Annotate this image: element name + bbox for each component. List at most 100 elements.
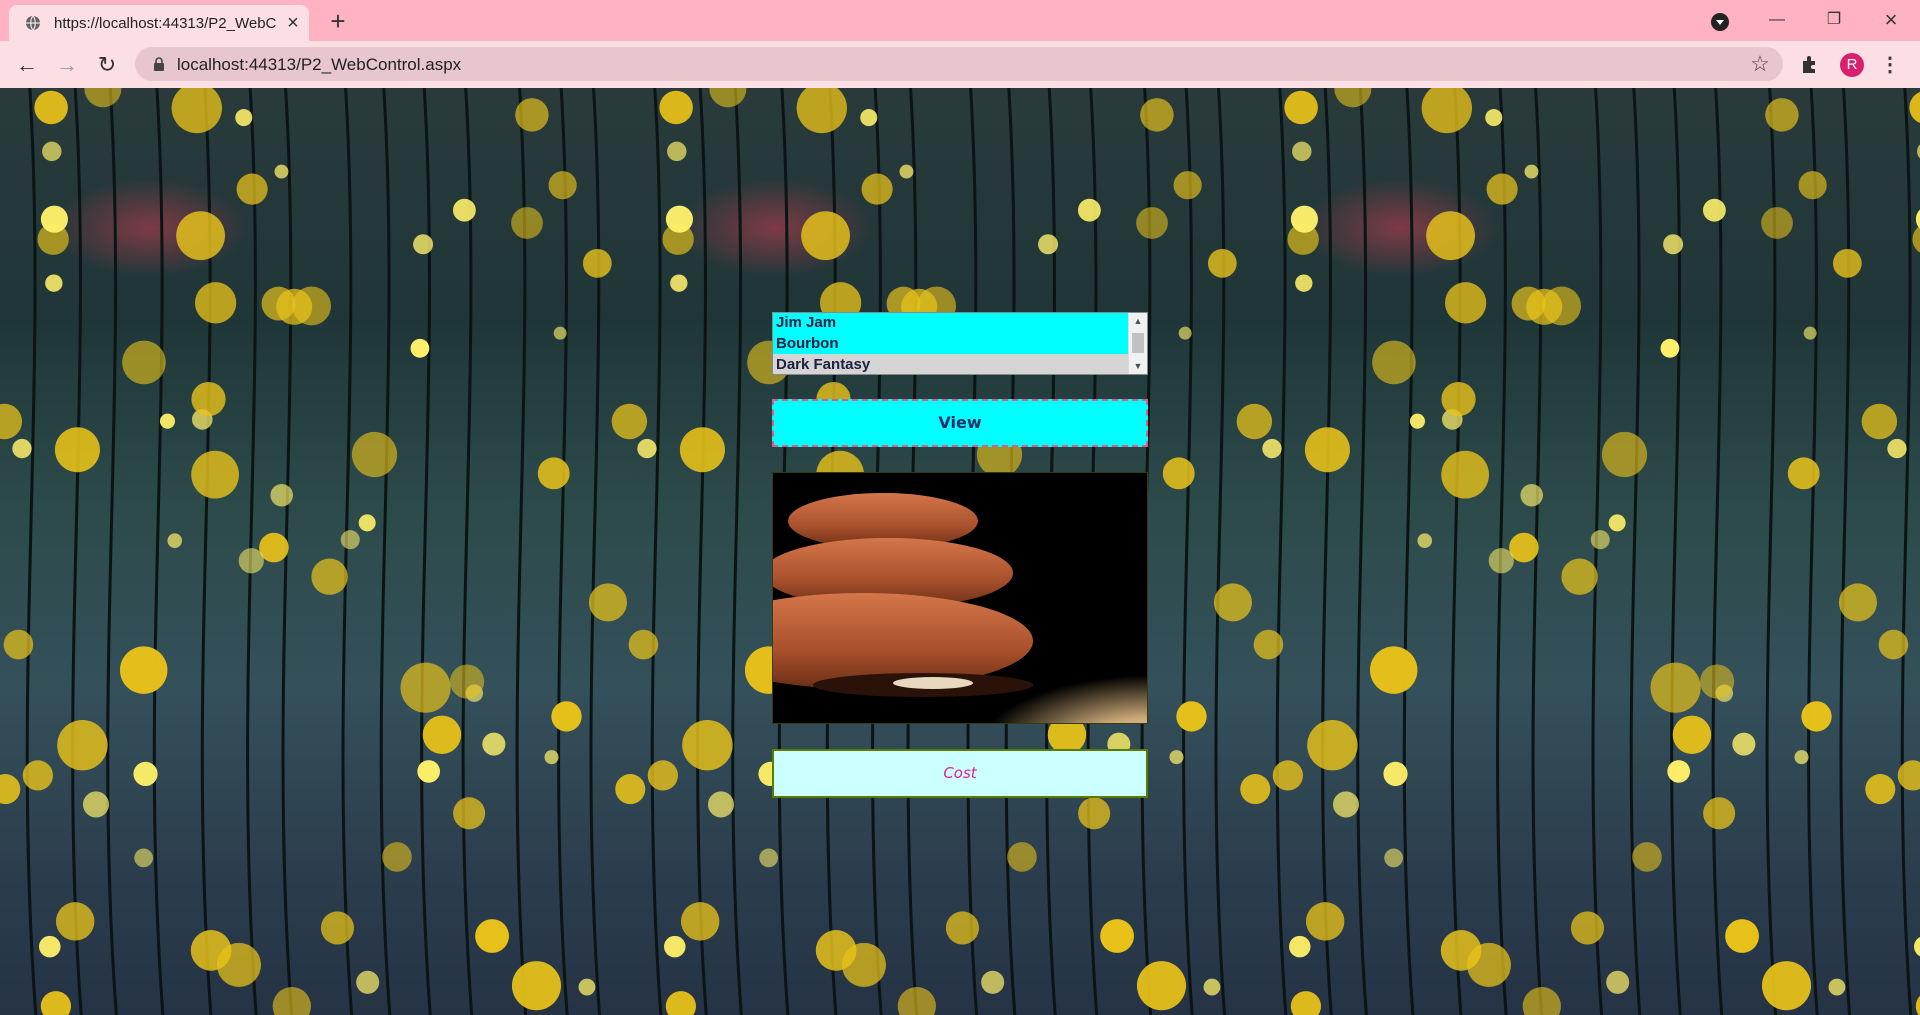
light-bulb [1526,288,1563,325]
light-bulb [450,664,485,699]
list-item[interactable]: Jim Jam [773,313,1128,333]
light-bulb [1798,171,1827,200]
more-menu-icon[interactable]: ⋮ [1880,53,1900,77]
scroll-thumb[interactable] [1132,333,1144,353]
light-bulb [945,911,980,945]
light-bulb [55,902,95,941]
light-bulb [276,288,313,325]
light-wire [379,88,392,1015]
light-bulb [680,902,720,941]
light-bulb [796,88,847,134]
light-bulb [511,207,543,239]
listbox-scrollbar[interactable]: ▲ ▼ [1128,313,1147,374]
light-bulb [12,438,32,459]
light-bulb [1485,109,1503,127]
light-bulb [1761,961,1812,1011]
light-bulb [1140,98,1174,132]
reload-button[interactable]: ↻ [91,49,123,81]
light-bulb [682,719,733,771]
light-bulb [1672,715,1712,754]
light-bulb [1136,961,1187,1011]
scroll-down-icon[interactable]: ▼ [1129,358,1147,374]
light-bulb [1878,629,1909,660]
light-bulb [659,90,693,125]
light-bulb [1213,583,1253,622]
light-bulb [1078,797,1111,830]
light-wire [152,88,165,1015]
light-bulb [1601,431,1648,478]
biscuit-image [772,472,1148,724]
light-bulb [311,558,348,595]
biscuit-listbox[interactable]: Jim Jam Bourbon Dark Fantasy ▲ ▼ [772,312,1148,375]
tab-search-icon[interactable] [1711,13,1729,31]
light-bulb [578,978,596,996]
light-bulb [3,629,34,660]
light-bulb [453,797,486,830]
light-bulb [238,548,264,574]
light-bulb [272,987,311,1015]
light-bulb [1441,381,1476,417]
light-bulb [515,98,549,132]
new-tab-button[interactable]: + [324,7,352,35]
light-bulb [1486,173,1518,205]
window-close-button[interactable]: × [1868,4,1914,36]
light-bulb [548,171,577,200]
list-item[interactable]: Bourbon [773,333,1128,354]
light-bulb [422,715,462,754]
light-bulb [1861,403,1898,440]
light-bulb [1421,88,1472,134]
light-bulb [1162,457,1195,490]
minimize-button[interactable]: — [1754,4,1800,36]
light-bulb [133,761,158,787]
light-bulb [356,970,380,994]
restore-button[interactable]: ❐ [1811,4,1857,36]
light-bulb [1369,646,1418,694]
light-bulb [670,274,688,292]
view-button[interactable]: View [772,399,1148,447]
url-text[interactable]: localhost:44313/P2_WebControl.aspx [177,55,461,75]
light-bulb [1173,171,1202,200]
light-bulb [637,438,657,459]
extensions-icon[interactable] [1799,53,1821,75]
close-icon[interactable]: × [283,13,303,33]
avatar[interactable]: R [1840,53,1864,77]
light-wire [1839,88,1852,1015]
browser-tab[interactable]: https://localhost:44313/P2_WebC × [9,5,309,41]
light-bulb [1803,326,1817,340]
cost-label: Cost [772,749,1148,798]
light-wire [1402,88,1415,1015]
light-bulb [57,719,108,771]
list-item-selected[interactable]: Dark Fantasy [773,354,1128,374]
light-bulb [1914,936,1920,957]
light-bulb [122,340,166,385]
light-wire [71,88,83,1015]
light-bulb [1660,338,1680,358]
address-bar[interactable]: localhost:44313/P2_WebControl.aspx ☆ [135,47,1783,81]
light-bulb [1426,211,1475,261]
tab-strip: https://localhost:44313/P2_WebC × + — ❐ … [0,0,1920,41]
light-bulb [667,141,687,162]
bookmark-star-icon[interactable]: ☆ [1748,52,1772,76]
light-bulb [119,646,168,694]
light-bulb [1100,919,1134,953]
light-bulb [0,403,23,440]
light-bulb [1828,978,1846,996]
light-bulb [899,164,914,179]
scroll-up-icon[interactable]: ▲ [1129,313,1147,329]
light-bulb [1865,774,1896,805]
light-bulb [320,911,355,945]
light-bulb [1725,919,1759,953]
light-bulb [167,533,183,548]
back-button[interactable]: ← [11,49,43,81]
light-bulb [582,248,612,278]
light-bulb [1038,234,1059,255]
light-bulb [1524,164,1539,179]
light-bulb [1307,719,1358,771]
light-bulb [679,427,725,473]
light-bulb [1606,970,1630,994]
forward-button[interactable]: → [51,49,83,81]
light-bulb [801,211,850,261]
light-wire [461,88,474,1015]
light-bulb [1832,248,1862,278]
light-bulb [274,164,289,179]
